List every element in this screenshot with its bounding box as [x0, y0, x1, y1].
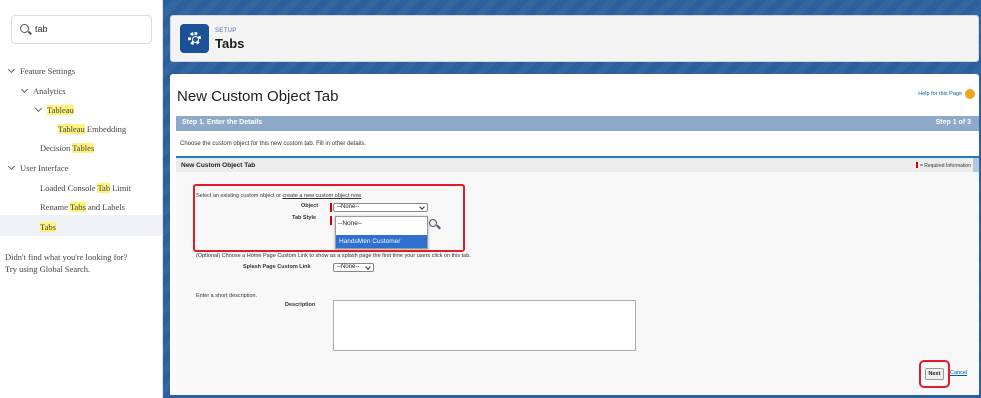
next-button[interactable]: Next: [925, 368, 944, 380]
object-label: Object: [301, 203, 319, 209]
splash-page-label: Splash Page Custom Link: [243, 264, 311, 270]
cancel-link[interactable]: Cancel: [950, 370, 967, 376]
page-title: Tabs: [215, 36, 245, 51]
step-instructions: Choose the custom object for this new cu…: [180, 141, 367, 147]
dropdown-option-none[interactable]: --None--: [338, 220, 362, 227]
nav-user-interface[interactable]: User Interface: [7, 162, 68, 173]
breadcrumb-setup: SETUP: [215, 28, 237, 34]
description-label: Description: [285, 302, 316, 308]
section-header: New Custom Object Tab = Required Informa…: [176, 158, 979, 172]
nav-rename-tabs-and-labels[interactable]: Rename Tabs and Labels: [40, 202, 125, 212]
tab-style-label: Tab Style: [292, 215, 317, 221]
setup-sidebar: tab Feature Settings Analytics Tableau T…: [0, 0, 163, 398]
required-marker-icon: [915, 162, 918, 168]
required-information-legend: = Required Information: [915, 162, 971, 169]
nav-tabs[interactable]: Tabs: [40, 222, 56, 232]
dropdown-option-handsmen-customer[interactable]: HandsMen Customer: [336, 235, 427, 248]
step-label: Step 1. Enter the Details: [182, 119, 263, 126]
tab-style-lookup-icon[interactable]: [429, 219, 441, 230]
step-count: Step 1 of 3: [935, 119, 971, 126]
description-textarea[interactable]: [333, 300, 636, 351]
global-search-hint: Didn't find what you're looking for? Try…: [5, 252, 128, 274]
help-for-this-page-link[interactable]: Help for this Page: [918, 91, 962, 97]
chevron-down-icon: [365, 264, 371, 270]
nav-decision-tables[interactable]: Decision Tables: [40, 143, 95, 153]
selected-nav-highlight: [0, 215, 162, 236]
chevron-down-icon: [419, 204, 425, 210]
setup-gear-icon: [180, 24, 209, 53]
chevron-down-icon: [7, 65, 16, 74]
section-edge-tab: [973, 158, 979, 172]
short-description-text: Enter a short description.: [196, 293, 258, 299]
tab-style-required-marker: [330, 216, 332, 225]
nav-feature-settings[interactable]: Feature Settings: [7, 65, 75, 76]
select-existing-object-text: Select an existing custom object or crea…: [196, 193, 362, 199]
create-custom-object-link[interactable]: create a new custom object now: [283, 193, 362, 199]
help-icon[interactable]: [965, 89, 975, 99]
splash-page-select[interactable]: --None--: [333, 263, 374, 272]
page-header: SETUP Tabs: [170, 15, 979, 62]
chevron-down-icon: [7, 162, 16, 171]
tab-style-dropdown-list[interactable]: --None-- HandsMen Customer: [335, 216, 428, 249]
nav-tableau-embedding[interactable]: Tableau Embedding: [58, 124, 126, 134]
quick-find-search[interactable]: tab: [11, 15, 152, 44]
object-select[interactable]: --None--: [333, 203, 428, 212]
optional-splash-text: (Optional) Choose a Home Page Custom Lin…: [196, 253, 471, 259]
step-header-bar: Step 1. Enter the Details Step 1 of 3: [176, 116, 979, 131]
nav-tableau[interactable]: Tableau: [34, 104, 74, 115]
form-title: New Custom Object Tab: [177, 88, 339, 105]
chevron-down-icon: [20, 85, 29, 94]
object-required-marker: [330, 203, 332, 212]
chevron-down-icon: [34, 104, 43, 113]
search-icon: [20, 24, 29, 33]
nav-loaded-console-tab-limit[interactable]: Loaded Console Tab Limit: [40, 183, 131, 193]
nav-analytics[interactable]: Analytics: [20, 85, 66, 96]
section-title: New Custom Object Tab: [181, 162, 256, 169]
search-input-value[interactable]: tab: [35, 24, 48, 34]
